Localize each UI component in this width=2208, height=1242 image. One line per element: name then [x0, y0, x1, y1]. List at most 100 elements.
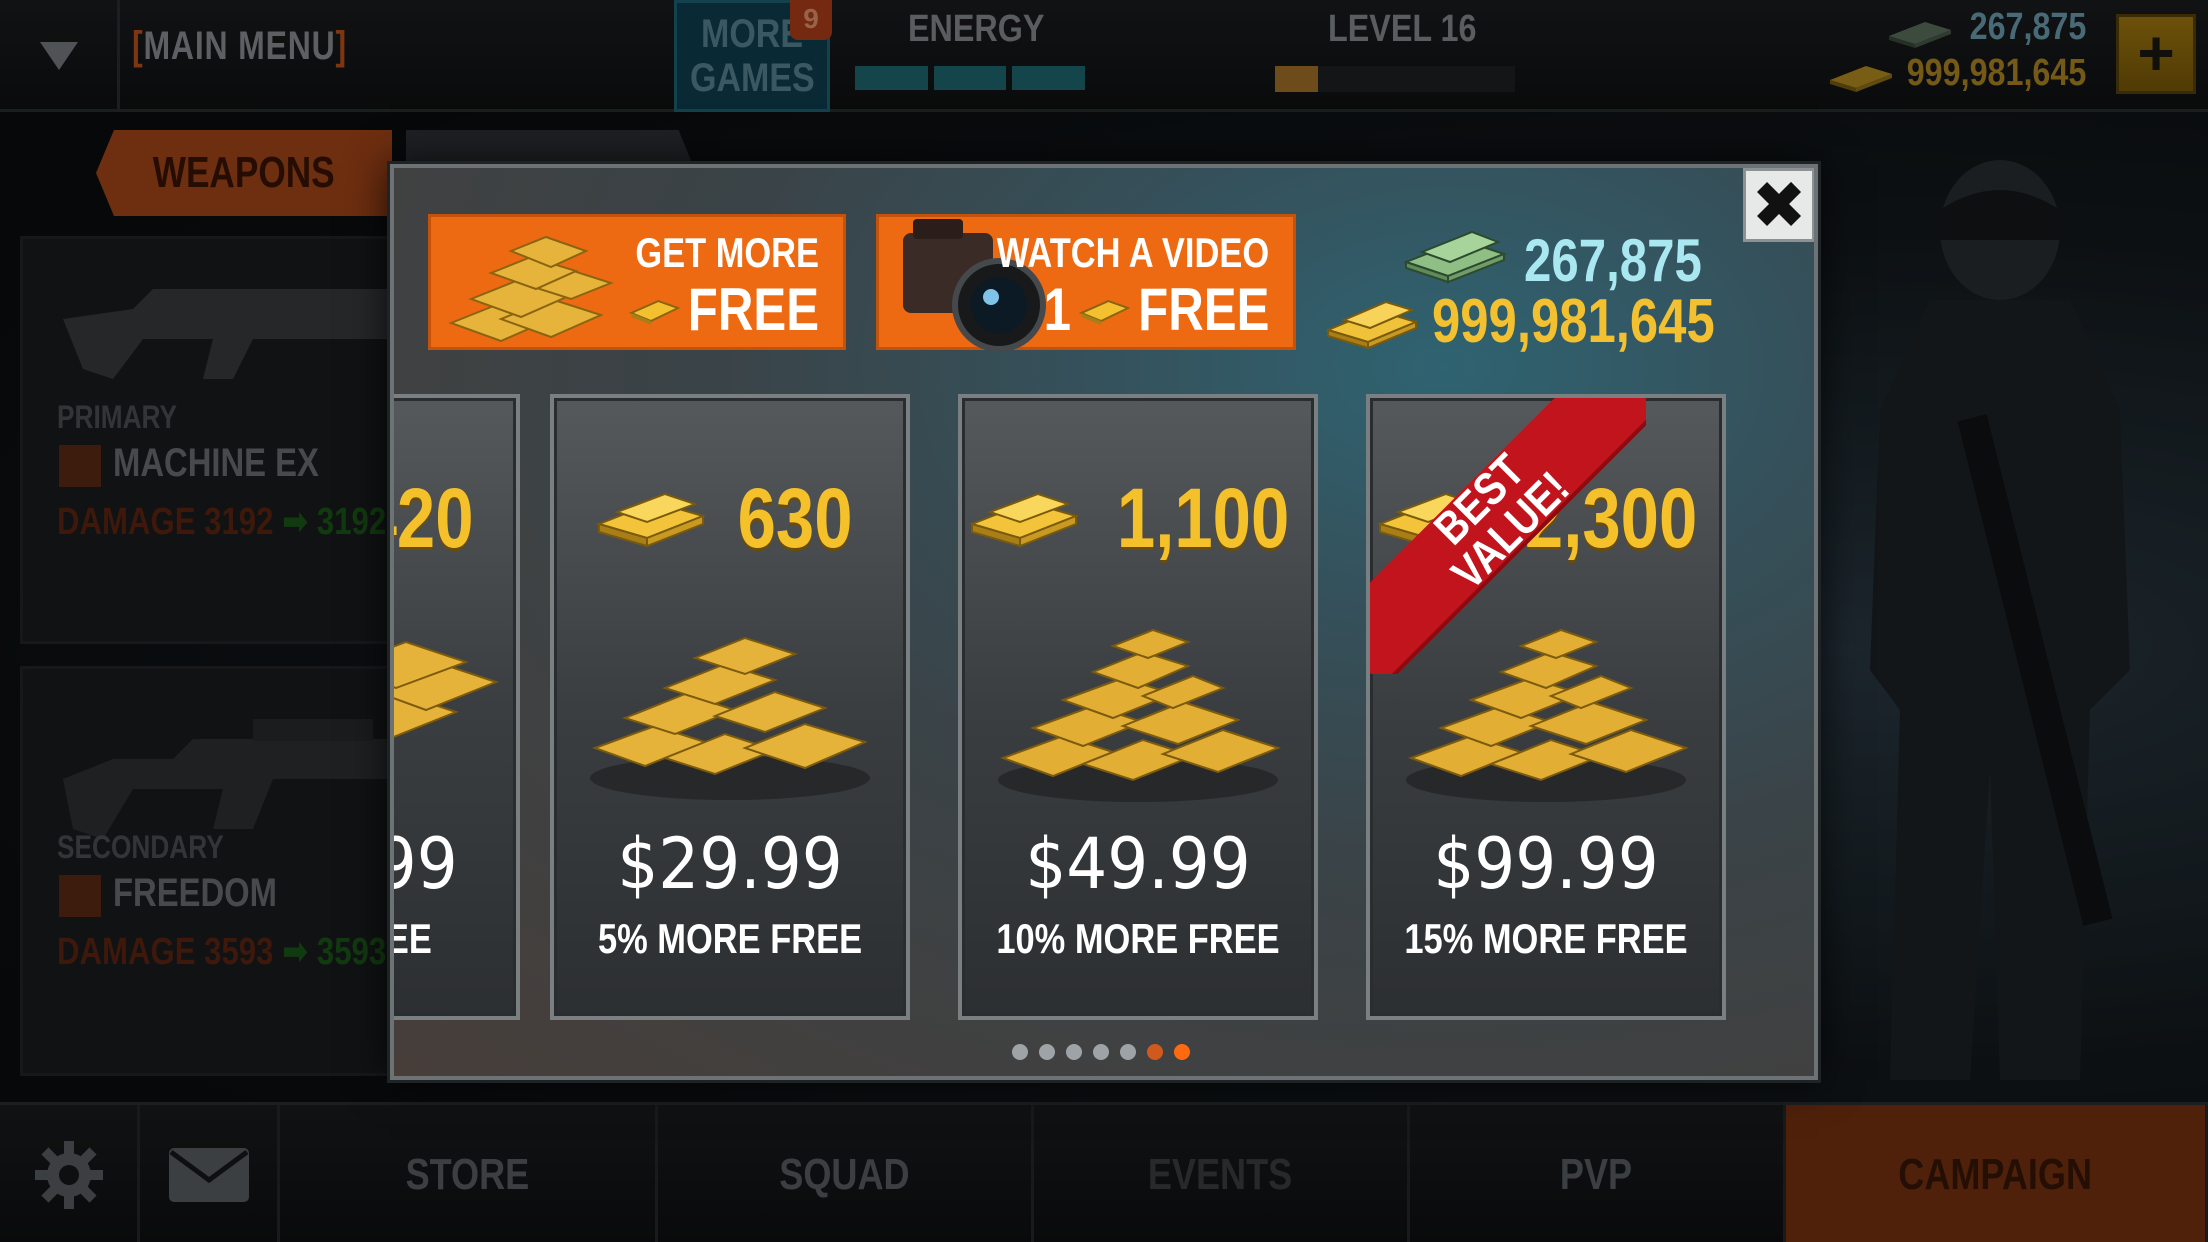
weapon-name: MACHINE EX: [113, 441, 319, 485]
close-icon: ✖: [1751, 168, 1807, 242]
mail-icon: [168, 1148, 249, 1202]
nav-events[interactable]: EVENTS: [1034, 1105, 1410, 1242]
tab-weapons[interactable]: WEAPONS: [96, 130, 392, 216]
settings-button[interactable]: [0, 1105, 140, 1242]
gold-pack-2300[interactable]: 2,300 $99.99 15% MORE FREE BEST VALUE!: [1366, 394, 1726, 1020]
level-progress-bar: [1275, 66, 1515, 92]
level-progress-fill: [1275, 66, 1319, 92]
best-value-label: BEST VALUE!: [1423, 443, 1579, 599]
gold-pack-630[interactable]: 630 $29.99 5% MORE FREE: [550, 394, 910, 1020]
gold-store-dialog: ✖ GET MORE FREE WATCH A VIDEO 1 FREE 267…: [390, 164, 1818, 1080]
weapon-card-primary[interactable]: PRIMARY MACHINE EX DAMAGE 3192 ➡ 3192: [20, 236, 413, 644]
mail-button[interactable]: [140, 1105, 280, 1242]
gold-bar-icon: [1830, 66, 1892, 92]
pack-bonus: RE FREE: [390, 915, 432, 962]
weapon-type-icon: [59, 445, 101, 487]
gold-bar-icon: [1078, 299, 1130, 325]
gold-pile-icon: [394, 608, 516, 768]
nav-squad[interactable]: SQUAD: [658, 1105, 1034, 1242]
nav-pvp-label: PVP: [1560, 1150, 1633, 1199]
gold-bar-icon: [628, 299, 680, 325]
main-menu-button[interactable]: [MAIN MENU]: [132, 24, 347, 69]
pack-price: $99.99: [1433, 823, 1659, 905]
pack-bonus: 10% MORE FREE: [996, 915, 1280, 962]
page-dot[interactable]: [1093, 1044, 1109, 1060]
tab-weapons-label: WEAPONS: [153, 148, 335, 197]
free-label: FREE: [1137, 276, 1269, 343]
top-bar: [MAIN MENU] MORE GAMES 9 ENERGY LEVEL 16…: [0, 0, 2208, 112]
damage-value: DAMAGE 3593: [57, 931, 274, 973]
gold-pile-icon: [448, 235, 614, 343]
watch-video-button[interactable]: WATCH A VIDEO 1 FREE: [876, 214, 1296, 352]
nav-campaign-label: CAMPAIGN: [1898, 1150, 2093, 1199]
weapon-damage: DAMAGE 3192 ➡ 3192: [57, 499, 386, 544]
pack-amount: 630: [554, 470, 906, 567]
soldier-illustration: [1870, 160, 2130, 1080]
free-label: FREE: [687, 276, 819, 343]
gold-bar-icon: [1325, 300, 1419, 350]
energy-label: ENERGY: [908, 8, 1045, 50]
pack-amount-value: 630: [737, 471, 853, 565]
page-indicator: [1012, 1044, 1190, 1060]
nav-campaign[interactable]: CAMPAIGN: [1786, 1105, 2208, 1242]
more-games-badge: 9: [790, 0, 832, 40]
machine-gun-icon: [63, 289, 413, 379]
arrow-right-icon: ➡: [282, 501, 309, 543]
gear-icon: [34, 1141, 103, 1209]
page-dot[interactable]: [1012, 1044, 1028, 1060]
cash-stack-icon: [1889, 22, 1951, 48]
pack-price: $29.99: [617, 823, 843, 905]
page-dot[interactable]: [1120, 1044, 1136, 1060]
more-games-label-2: GAMES: [689, 56, 815, 100]
weapon-slot-label: SECONDARY: [57, 829, 224, 865]
gold-pack-1100[interactable]: 1,100 $49.99 10% MORE FREE: [958, 394, 1318, 1020]
weapon-damage: DAMAGE 3593 ➡ 3593: [57, 929, 386, 974]
get-more-free-button[interactable]: GET MORE FREE: [428, 214, 846, 350]
nav-squad-label: SQUAD: [779, 1150, 910, 1199]
menu-toggle-button[interactable]: [0, 0, 120, 112]
cash-stack-icon: [1403, 230, 1507, 284]
damage-new-value: 3593: [316, 931, 387, 973]
gold-pile-icon: [554, 608, 906, 808]
video-reward-row: 1 FREE: [1043, 275, 1269, 344]
arrow-right-icon: ➡: [282, 931, 309, 973]
pack-amount-value: 1,100: [1116, 471, 1290, 565]
page-dot[interactable]: [1039, 1044, 1055, 1060]
nav-events-label: EVENTS: [1148, 1150, 1293, 1199]
get-more-label: GET MORE: [635, 229, 819, 276]
nav-pvp[interactable]: PVP: [1410, 1105, 1786, 1242]
page-dot[interactable]: [1147, 1044, 1163, 1060]
pack-amount: 420: [394, 470, 516, 567]
page-dot[interactable]: [1174, 1044, 1190, 1060]
weapon-type-icon: [59, 875, 101, 917]
gold-pyramid-icon: [962, 608, 1314, 808]
close-button[interactable]: ✖: [1743, 168, 1814, 242]
pack-amount: 1,100: [962, 470, 1314, 567]
nav-store-label: STORE: [405, 1150, 530, 1199]
gold-bar-icon: [968, 492, 1079, 547]
page-dot[interactable]: [1066, 1044, 1082, 1060]
chevron-down-icon: [39, 42, 78, 70]
energy-bar: [855, 66, 1086, 90]
pack-price: .99: [394, 823, 458, 905]
gold-balance: 999,981,645: [1906, 52, 2086, 94]
bottom-nav: STORE SQUAD EVENTS PVP CAMPAIGN: [0, 1102, 2208, 1242]
pack-amount-value: 420: [394, 471, 474, 565]
damage-new-value: 3192: [316, 501, 387, 543]
best-value-ribbon: BEST VALUE!: [1370, 398, 1646, 674]
gold-pack-420[interactable]: 420 .99 RE FREE: [390, 394, 520, 1020]
main-menu-label: MAIN MENU: [143, 24, 336, 68]
weapon-name: FREEDOM: [113, 871, 277, 915]
pack-bonus: 15% MORE FREE: [1404, 915, 1688, 962]
pack-bonus: 5% MORE FREE: [597, 915, 863, 962]
dialog-cash-balance: 267,875: [1524, 227, 1702, 294]
weapon-card-secondary[interactable]: SECONDARY FREEDOM DAMAGE 3593 ➡ 3593: [20, 666, 413, 1076]
watch-video-label: WATCH A VIDEO: [996, 229, 1269, 276]
cash-balance: 267,875: [1969, 6, 2086, 48]
free-row: FREE: [628, 275, 819, 344]
pack-price: $49.99: [1025, 823, 1251, 905]
nav-store[interactable]: STORE: [280, 1105, 658, 1242]
add-currency-button[interactable]: +: [2116, 14, 2196, 94]
video-reward-count: 1: [1043, 276, 1071, 343]
damage-value: DAMAGE 3192: [57, 501, 274, 543]
